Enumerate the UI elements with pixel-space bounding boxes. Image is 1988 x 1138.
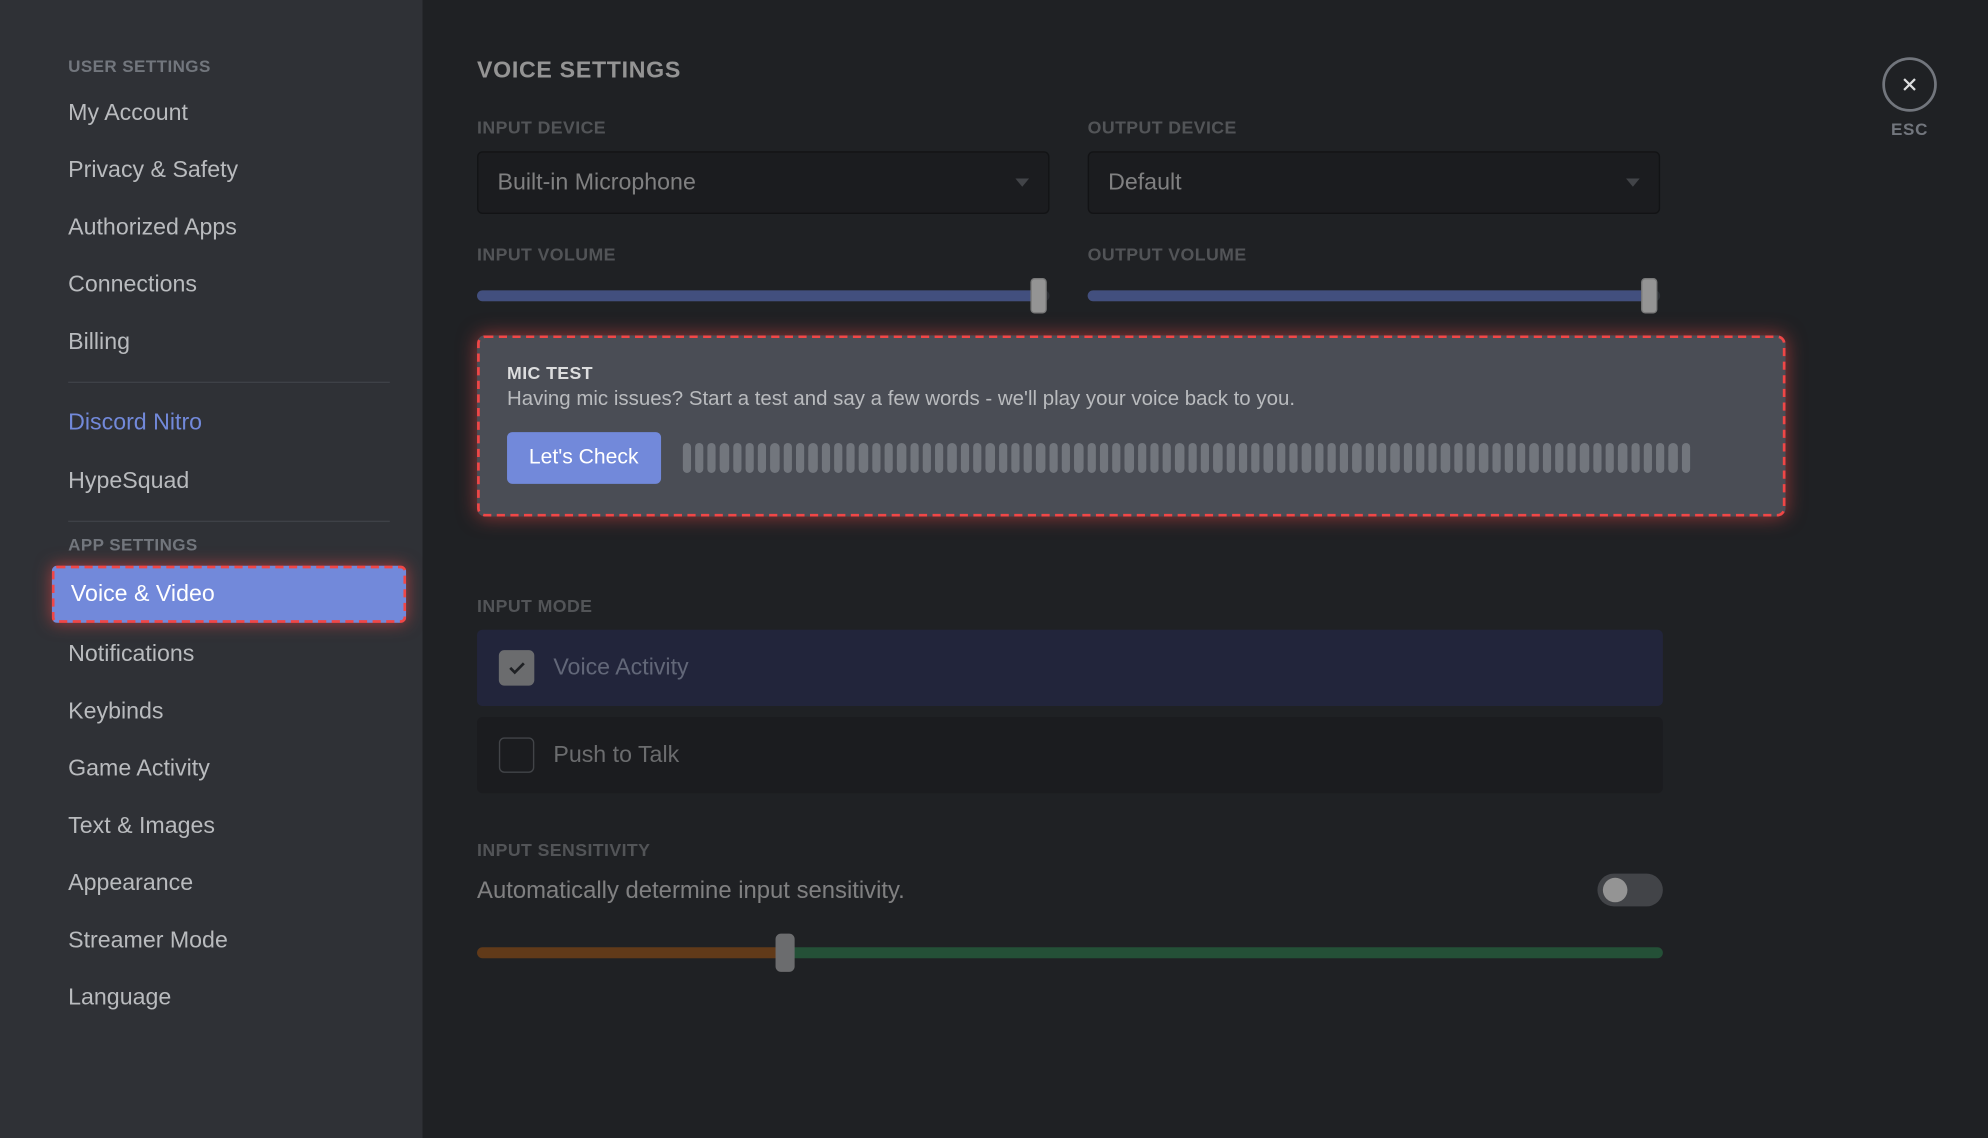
esc-label: ESC	[1882, 120, 1937, 139]
chevron-down-icon	[1015, 179, 1029, 187]
output-device-label: OUTPUT DEVICE	[1088, 117, 1660, 137]
sidebar-item-discord-nitro[interactable]: Discord Nitro	[52, 397, 406, 449]
input-sensitivity-label: INPUT SENSITIVITY	[477, 840, 1934, 860]
sidebar-divider	[68, 520, 390, 521]
page-title: VOICE SETTINGS	[477, 57, 1934, 84]
sidebar-item-privacy-safety[interactable]: Privacy & Safety	[52, 145, 406, 197]
sidebar-item-appearance[interactable]: Appearance	[52, 857, 406, 909]
checkbox-unchecked-icon	[499, 737, 534, 772]
input-volume-slider[interactable]	[477, 278, 1049, 311]
sidebar-item-billing[interactable]: Billing	[52, 317, 406, 369]
close-button[interactable]	[1882, 57, 1937, 112]
input-mode-label: INPUT MODE	[477, 596, 1934, 616]
lets-check-button[interactable]: Let's Check	[507, 432, 660, 484]
output-volume-label: OUTPUT VOLUME	[1088, 244, 1660, 264]
sidebar-item-text-images[interactable]: Text & Images	[52, 800, 406, 852]
sidebar-header-app: APP SETTINGS	[52, 535, 406, 554]
sidebar-item-my-account[interactable]: My Account	[52, 87, 406, 139]
input-device-select[interactable]: Built-in Microphone	[477, 151, 1049, 214]
auto-sensitivity-toggle[interactable]	[1597, 874, 1662, 907]
checkbox-checked-icon	[499, 650, 534, 685]
close-area: ESC	[1882, 57, 1937, 139]
settings-main: ESC VOICE SETTINGS INPUT DEVICE Built-in…	[423, 0, 1988, 1138]
mic-test-card: MIC TEST Having mic issues? Start a test…	[477, 335, 1785, 516]
input-mode-voice-activity[interactable]: Voice Activity	[477, 630, 1663, 706]
sidebar-item-connections[interactable]: Connections	[52, 259, 406, 311]
sidebar-item-notifications[interactable]: Notifications	[52, 628, 406, 680]
sidebar-item-game-activity[interactable]: Game Activity	[52, 743, 406, 795]
input-mode-label-text: Voice Activity	[553, 654, 688, 681]
mic-test-label: MIC TEST	[507, 363, 1756, 383]
sidebar-item-keybinds[interactable]: Keybinds	[52, 685, 406, 737]
settings-sidebar: USER SETTINGS My Account Privacy & Safet…	[0, 0, 423, 1138]
mic-vu-meter	[682, 443, 1691, 473]
sidebar-divider	[68, 382, 390, 383]
input-sensitivity-desc: Automatically determine input sensitivit…	[477, 876, 905, 905]
sidebar-item-authorized-apps[interactable]: Authorized Apps	[52, 202, 406, 254]
sidebar-item-streamer-mode[interactable]: Streamer Mode	[52, 915, 406, 967]
close-icon	[1899, 74, 1921, 96]
input-volume-label: INPUT VOLUME	[477, 244, 1049, 264]
mic-test-description: Having mic issues? Start a test and say …	[507, 387, 1756, 410]
chevron-down-icon	[1626, 179, 1640, 187]
sidebar-item-voice-video[interactable]: Voice & Video	[52, 565, 406, 622]
input-mode-push-to-talk[interactable]: Push to Talk	[477, 717, 1663, 793]
input-mode-label-text: Push to Talk	[553, 741, 679, 768]
input-device-value: Built-in Microphone	[497, 169, 695, 196]
output-device-value: Default	[1108, 169, 1181, 196]
input-sensitivity-slider[interactable]	[477, 936, 1663, 969]
output-volume-slider[interactable]	[1088, 278, 1660, 311]
input-device-label: INPUT DEVICE	[477, 117, 1049, 137]
output-device-select[interactable]: Default	[1088, 151, 1660, 214]
sidebar-header-user: USER SETTINGS	[52, 57, 406, 76]
sidebar-item-hypesquad[interactable]: HypeSquad	[52, 455, 406, 507]
sidebar-item-language[interactable]: Language	[52, 972, 406, 1024]
